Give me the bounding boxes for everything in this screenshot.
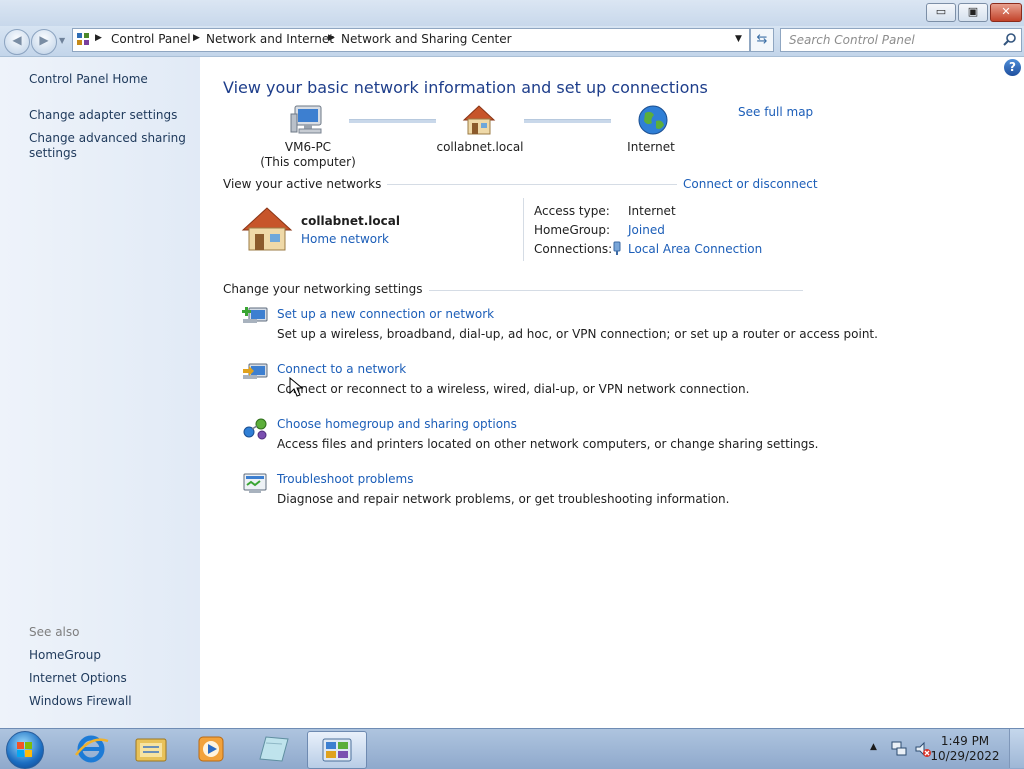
restore-button[interactable]: ▣ <box>958 3 988 22</box>
forward-button[interactable]: ▶ <box>31 29 57 55</box>
see-also-heading: See also <box>29 625 80 639</box>
globe-icon[interactable] <box>637 104 669 136</box>
show-desktop-button[interactable] <box>1009 729 1024 768</box>
house-icon[interactable] <box>241 206 293 252</box>
recent-pages-dropdown[interactable]: ▼ <box>59 36 65 45</box>
house-icon[interactable] <box>462 104 496 136</box>
computer-icon[interactable] <box>289 104 325 136</box>
restore-icon: ▣ <box>967 5 979 18</box>
control-panel-home-link[interactable]: Control Panel Home <box>29 72 148 86</box>
change-advanced-sharing-settings-link[interactable]: Change advanced sharing settings <box>29 131 189 161</box>
breadcrumb-control-panel[interactable]: Control Panel <box>111 32 191 46</box>
internet-label: Internet <box>627 140 675 154</box>
connect-network-icon[interactable] <box>241 361 269 385</box>
setup-new-connection-description: Set up a wireless, broadband, dial-up, a… <box>277 327 878 341</box>
see-full-map-link[interactable]: See full map <box>738 105 813 119</box>
breadcrumb-network-and-sharing-center[interactable]: Network and Sharing Center <box>341 32 512 46</box>
connections-label: Connections: <box>534 242 613 256</box>
homegroup-link[interactable]: HomeGroup <box>29 648 101 662</box>
homegroup-joined-link[interactable]: Joined <box>628 223 665 237</box>
connect-or-disconnect-link[interactable]: Connect or disconnect <box>677 177 818 191</box>
access-type-label: Access type: <box>534 204 610 218</box>
internet-explorer-icon[interactable] <box>70 733 112 765</box>
access-type-value: Internet <box>628 204 676 218</box>
refresh-icon: ⇆ <box>756 32 768 47</box>
active-networks-heading: View your active networks <box>223 177 388 191</box>
clock-date: 10/29/2022 <box>930 749 1000 763</box>
network-type-link[interactable]: Home network <box>301 232 389 246</box>
help-icon[interactable]: ? <box>1004 59 1021 76</box>
windows-firewall-link[interactable]: Windows Firewall <box>29 694 132 708</box>
homegroup-label: HomeGroup: <box>534 223 611 237</box>
homegroup-icon[interactable] <box>241 416 269 440</box>
map-connection-line <box>524 119 611 123</box>
minimize-button[interactable]: ▭ <box>926 3 956 22</box>
taskbar-control-panel-button[interactable] <box>307 731 367 769</box>
connect-to-network-link[interactable]: Connect to a network <box>277 362 406 376</box>
back-button[interactable]: ◀ <box>4 29 30 55</box>
search-box[interactable] <box>780 28 1022 52</box>
active-network-name: collabnet.local <box>301 214 400 228</box>
app-icon[interactable] <box>252 733 294 765</box>
troubleshoot-problems-description: Diagnose and repair network problems, or… <box>277 492 730 506</box>
page-title: View your basic network information and … <box>223 78 708 97</box>
breadcrumb-separator-icon[interactable]: ▶ <box>95 33 102 43</box>
breadcrumb-network-and-internet[interactable]: Network and Internet <box>206 32 334 46</box>
setup-new-connection-link[interactable]: Set up a new connection or network <box>277 307 494 321</box>
troubleshoot-problems-link[interactable]: Troubleshoot problems <box>277 472 413 486</box>
address-dropdown-icon[interactable]: ▼ <box>735 34 742 44</box>
mouse-cursor-icon <box>289 377 303 397</box>
troubleshoot-icon[interactable] <box>241 471 269 495</box>
clock-time: 1:49 PM <box>940 734 990 748</box>
windows-logo-icon <box>17 742 32 757</box>
address-bar[interactable]: ▶ Control Panel ▶ Network and Internet ▶… <box>72 28 750 52</box>
search-icon[interactable] <box>1003 32 1017 47</box>
computer-name: VM6-PC <box>284 140 332 154</box>
local-area-connection-link[interactable]: Local Area Connection <box>628 242 762 256</box>
title-bar <box>0 0 1024 26</box>
connect-to-network-description: Connect or reconnect to a wireless, wire… <box>277 382 750 396</box>
close-button[interactable]: ✕ <box>990 3 1022 22</box>
network-tray-icon[interactable] <box>890 740 908 758</box>
minimize-icon: ▭ <box>935 5 947 18</box>
homegroup-sharing-options-description: Access files and printers located on oth… <box>277 437 819 451</box>
breadcrumb-separator-icon[interactable]: ▶ <box>328 33 335 43</box>
map-connection-line <box>349 119 436 123</box>
vertical-divider <box>523 198 524 261</box>
start-button[interactable] <box>6 731 44 769</box>
breadcrumb-separator-icon[interactable]: ▶ <box>193 33 200 43</box>
control-panel-icon <box>322 738 352 762</box>
show-hidden-icons-button[interactable]: ▲ <box>870 742 877 752</box>
new-connection-icon[interactable] <box>241 305 269 329</box>
control-panel-icon <box>77 33 89 45</box>
forward-icon: ▶ <box>39 33 49 47</box>
network-name: collabnet.local <box>436 140 524 154</box>
windows-explorer-icon[interactable] <box>130 733 172 765</box>
internet-options-link[interactable]: Internet Options <box>29 671 127 685</box>
back-icon: ◀ <box>12 33 22 47</box>
refresh-button[interactable]: ⇆ <box>750 28 774 52</box>
search-input[interactable] <box>787 31 991 49</box>
homegroup-sharing-options-link[interactable]: Choose homegroup and sharing options <box>277 417 517 431</box>
close-icon: ✕ <box>1001 5 1011 18</box>
taskbar-clock[interactable]: 1:49 PM 10/29/2022 <box>930 734 1000 764</box>
change-adapter-settings-link[interactable]: Change adapter settings <box>29 108 177 122</box>
media-player-icon[interactable] <box>190 733 232 765</box>
change-settings-heading: Change your networking settings <box>223 282 429 296</box>
computer-sublabel: (This computer) <box>260 155 356 169</box>
wired-connection-icon <box>613 241 621 255</box>
